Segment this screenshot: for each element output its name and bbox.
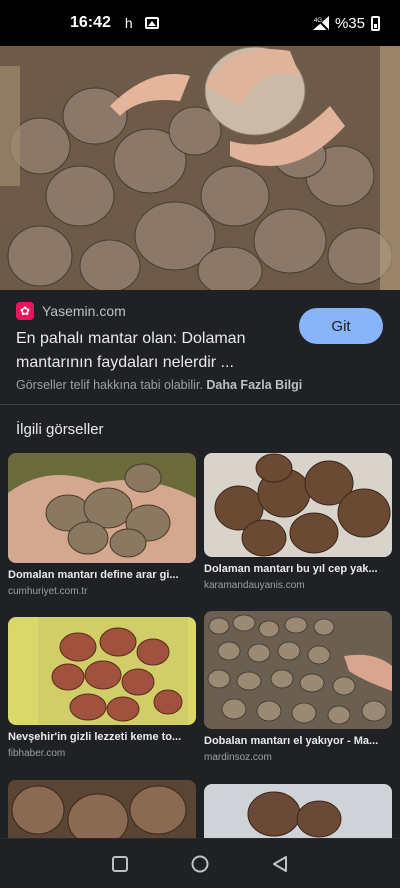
status-time: 16:42	[70, 14, 111, 31]
square-nav-icon[interactable]	[100, 844, 140, 884]
site-favicon-icon: ✿	[16, 302, 34, 320]
status-h: h	[124, 15, 133, 31]
related-source: mardinsoz.com	[204, 752, 272, 763]
home-nav-icon[interactable]	[180, 844, 220, 884]
related-card[interactable]	[8, 780, 196, 838]
related-thumb[interactable]	[8, 453, 196, 563]
battery-icon	[371, 15, 380, 31]
related-thumb[interactable]	[204, 611, 392, 729]
battery-label: %35	[334, 14, 365, 32]
related-title[interactable]: Dolaman mantarı bu yıl cep yak...	[204, 563, 392, 575]
related-thumb[interactable]	[204, 784, 392, 838]
result-source[interactable]: ✿ Yasemin.com	[16, 302, 126, 320]
related-source: fibhaber.com	[8, 748, 66, 759]
related-source: cumhuriyet.com.tr	[8, 586, 88, 597]
image-icon	[144, 17, 159, 29]
related-card[interactable]: Nevşehir'in gizli lezzeti keme to... fib…	[8, 617, 196, 759]
navigation-bar	[0, 838, 400, 888]
visit-button[interactable]: Git	[299, 308, 383, 344]
related-heading: İlgili görseller	[16, 421, 104, 438]
related-title[interactable]: Domalan mantarı define arar gi...	[8, 569, 196, 581]
related-card[interactable]: Dobalan mantarı el yakıyor - Ma... mardi…	[204, 611, 392, 763]
more-info-link[interactable]: Daha Fazla Bilgi	[206, 378, 302, 392]
network-label: 4G	[314, 18, 322, 24]
hero-image[interactable]	[0, 46, 400, 290]
copyright-text: Görseller telif hakkına tabi olabilir.	[16, 378, 203, 392]
related-card[interactable]: Domalan mantarı define arar gi... cumhur…	[8, 453, 196, 597]
related-title[interactable]: Dobalan mantarı el yakıyor - Ma...	[204, 735, 392, 747]
source-name: Yasemin.com	[42, 303, 126, 319]
related-title[interactable]: Nevşehir'in gizli lezzeti keme to...	[8, 731, 196, 743]
related-card[interactable]: Dolaman mantarı bu yıl cep yak... karama…	[204, 453, 392, 591]
copyright-notice: Görseller telif hakkına tabi olabilir. D…	[16, 378, 302, 392]
related-card[interactable]	[204, 784, 392, 838]
related-thumb[interactable]	[8, 617, 196, 725]
status-bar: 16:42 h 4G %35	[0, 0, 400, 46]
related-thumb[interactable]	[8, 780, 196, 838]
result-title[interactable]: En pahalı mantar olan: Dolaman mantarını…	[16, 327, 284, 375]
signal-icon: 4G	[311, 15, 329, 31]
related-thumb[interactable]	[204, 453, 392, 557]
divider	[0, 404, 400, 405]
back-nav-icon[interactable]	[260, 844, 300, 884]
related-source: karamandauyanis.com	[204, 580, 305, 591]
